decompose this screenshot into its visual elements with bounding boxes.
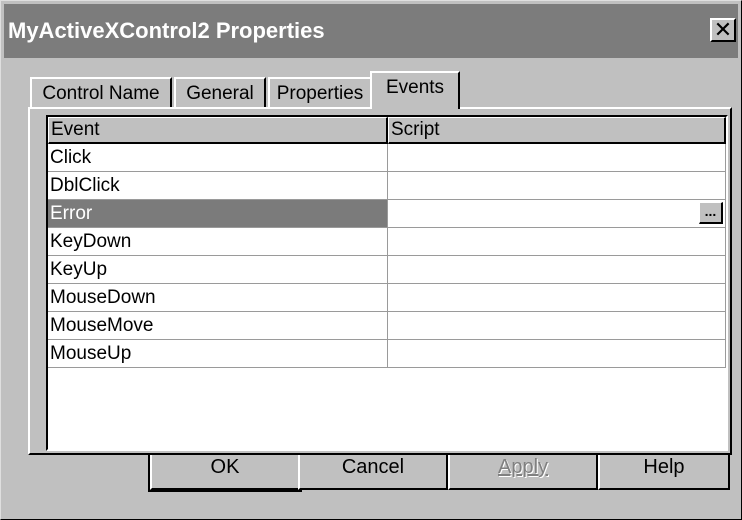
event-name-cell[interactable]: KeyDown bbox=[48, 228, 388, 256]
tab-label: Properties bbox=[276, 83, 364, 104]
table-row[interactable]: Click bbox=[48, 144, 726, 172]
event-name-cell[interactable]: Click bbox=[48, 144, 388, 172]
table-row-selected[interactable]: Error ... bbox=[48, 200, 726, 228]
table-row[interactable]: KeyDown bbox=[48, 228, 726, 256]
properties-dialog: MyActiveXControl2 Properties ✕ Control N… bbox=[0, 0, 742, 520]
tab-general[interactable]: General bbox=[174, 77, 266, 109]
events-tab-panel: Event Script Click DblClick Error ... Ke… bbox=[28, 107, 732, 455]
event-name-cell[interactable]: Error bbox=[48, 200, 388, 228]
close-icon: ✕ bbox=[713, 17, 733, 42]
script-cell[interactable] bbox=[388, 228, 726, 256]
script-cell[interactable] bbox=[388, 284, 726, 312]
apply-label: Apply bbox=[497, 456, 549, 478]
column-header-script[interactable]: Script bbox=[388, 117, 726, 144]
script-cell[interactable] bbox=[388, 144, 726, 172]
script-cell[interactable] bbox=[388, 172, 726, 200]
script-cell[interactable] bbox=[388, 340, 726, 368]
table-row[interactable]: KeyUp bbox=[48, 256, 726, 284]
event-name-cell[interactable]: KeyUp bbox=[48, 256, 388, 284]
events-grid: Event Script Click DblClick Error ... Ke… bbox=[46, 115, 728, 451]
tab-label: Events bbox=[385, 77, 445, 98]
script-cell[interactable] bbox=[388, 256, 726, 284]
tab-events[interactable]: Events bbox=[370, 71, 460, 109]
tab-properties[interactable]: Properties bbox=[268, 77, 372, 109]
close-button[interactable]: ✕ bbox=[710, 18, 736, 42]
event-name-cell[interactable]: MouseMove bbox=[48, 312, 388, 340]
tab-control-name[interactable]: Control Name bbox=[30, 77, 172, 109]
tab-label: Control Name bbox=[42, 83, 160, 104]
table-row[interactable]: DblClick bbox=[48, 172, 726, 200]
title-bar[interactable]: MyActiveXControl2 Properties ✕ bbox=[4, 4, 738, 58]
table-row[interactable]: MouseMove bbox=[48, 312, 726, 340]
tab-label: General bbox=[186, 83, 254, 104]
column-header-event[interactable]: Event bbox=[48, 117, 388, 144]
script-cell[interactable]: ... bbox=[388, 200, 726, 228]
window-title: MyActiveXControl2 Properties bbox=[8, 18, 325, 43]
table-row[interactable]: MouseDown bbox=[48, 284, 726, 312]
event-name-cell[interactable]: MouseUp bbox=[48, 340, 388, 368]
table-row[interactable]: MouseUp bbox=[48, 340, 726, 368]
event-name-cell[interactable]: DblClick bbox=[48, 172, 388, 200]
event-name-cell[interactable]: MouseDown bbox=[48, 284, 388, 312]
ellipsis-button[interactable]: ... bbox=[699, 202, 723, 224]
dialog-body: Control Name General Properties Events E… bbox=[4, 61, 738, 516]
script-cell[interactable] bbox=[388, 312, 726, 340]
